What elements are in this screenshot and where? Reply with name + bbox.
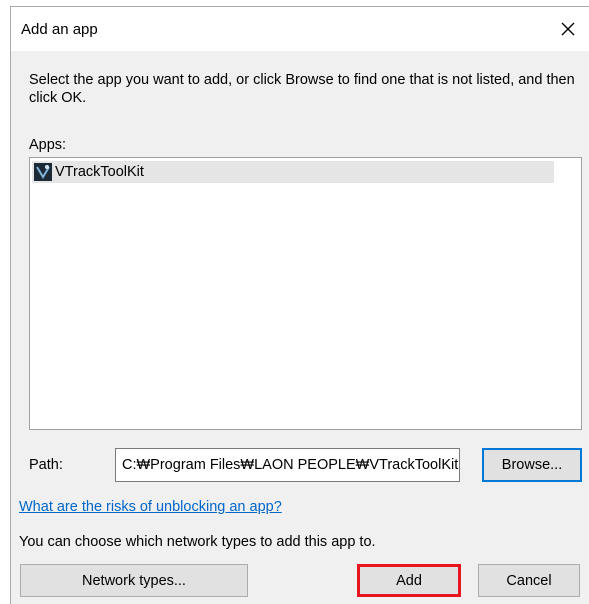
vtrack-app-icon (34, 163, 52, 181)
dialog-title: Add an app (21, 21, 98, 38)
title-bar: Add an app (11, 7, 589, 51)
cancel-button[interactable]: Cancel (478, 564, 580, 597)
list-item[interactable]: VTrackToolKit (32, 161, 554, 183)
path-field[interactable]: C:₩Program Files₩LAON PEOPLE₩VTrackToolK… (115, 448, 460, 482)
network-note: You can choose which network types to ad… (19, 534, 376, 550)
add-button[interactable]: Add (357, 564, 461, 597)
browse-button[interactable]: Browse... (482, 448, 582, 482)
apps-label: Apps: (29, 137, 67, 153)
risks-link[interactable]: What are the risks of unblocking an app? (19, 499, 282, 515)
close-icon (561, 22, 575, 36)
path-label: Path: (29, 457, 63, 473)
app-name: VTrackToolKit (55, 164, 144, 180)
network-types-button[interactable]: Network types... (20, 564, 248, 597)
instructions-text: Select the app you want to add, or click… (29, 72, 575, 106)
apps-list[interactable]: VTrackToolKit (29, 157, 582, 430)
add-app-dialog: Add an app Select the app you want to ad… (10, 6, 589, 604)
close-button[interactable] (547, 7, 589, 51)
